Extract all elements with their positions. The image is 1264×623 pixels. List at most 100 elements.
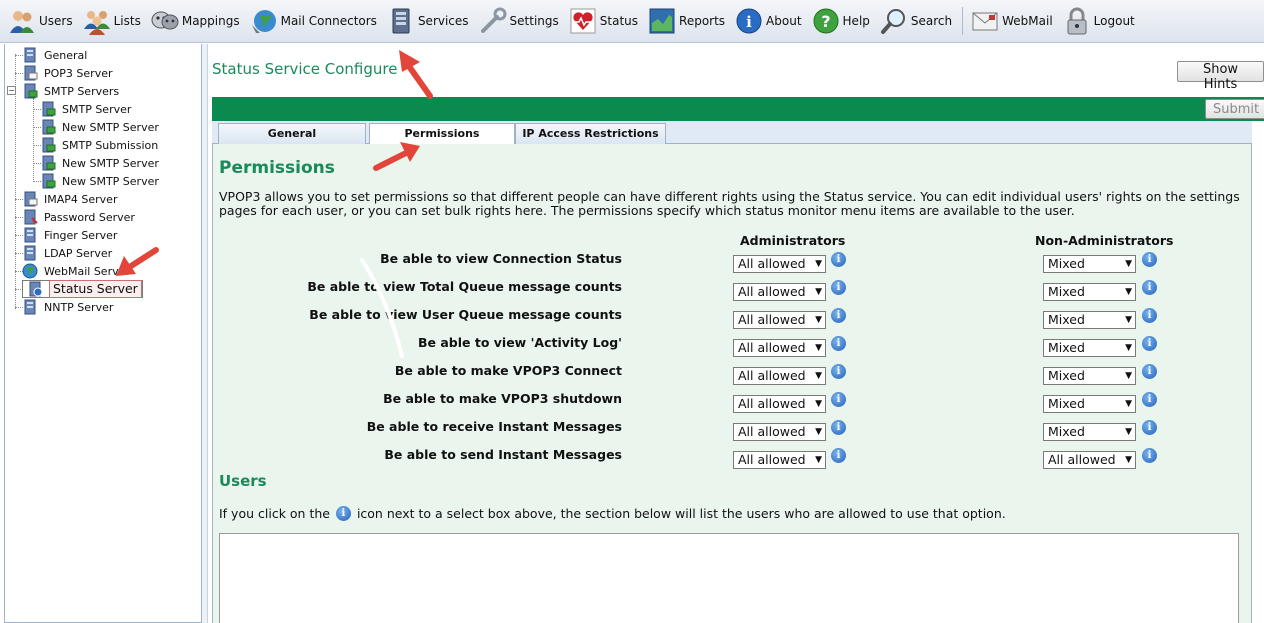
- toolbar-help-button[interactable]: ? Help: [812, 3, 870, 39]
- admin-permission-select[interactable]: All allowed ▼: [733, 255, 826, 273]
- permission-label: Be able to send Instant Messages: [384, 447, 622, 462]
- toolbar-logout-button[interactable]: Logout: [1063, 3, 1135, 39]
- nonadmin-permission-select[interactable]: All allowed ▼: [1043, 451, 1136, 469]
- toolbar-about-button[interactable]: i About: [735, 3, 802, 39]
- server-mail-icon: [42, 101, 56, 117]
- info-icon[interactable]: i: [831, 308, 846, 323]
- tree-item-label: IMAP4 Server: [44, 192, 118, 206]
- tree-item-general[interactable]: General: [22, 46, 87, 64]
- info-icon[interactable]: i: [1142, 448, 1157, 463]
- section-heading: Permissions: [219, 158, 335, 178]
- tree-item-smtp-server[interactable]: SMTP Server: [40, 100, 131, 118]
- admin-permission-select[interactable]: All allowed ▼: [733, 423, 826, 441]
- nonadmin-permission-select[interactable]: Mixed ▼: [1043, 423, 1136, 441]
- info-icon[interactable]: i: [831, 420, 846, 435]
- admin-permission-select[interactable]: All allowed ▼: [733, 311, 826, 329]
- toolbar-reports-button[interactable]: Reports: [648, 3, 725, 39]
- tab-general[interactable]: General: [218, 123, 366, 144]
- tree-item-label: SMTP Servers: [44, 84, 120, 98]
- dropdown-arrow-icon: ▼: [1125, 259, 1132, 269]
- tree-item-webmail-server[interactable]: WebMail Server: [22, 262, 130, 280]
- select-value: Mixed: [1048, 340, 1085, 355]
- admin-permission-select[interactable]: All allowed ▼: [733, 339, 826, 357]
- info-icon[interactable]: i: [1142, 336, 1157, 351]
- toolbar-status-button[interactable]: Status: [569, 3, 638, 39]
- info-icon[interactable]: i: [1142, 392, 1157, 407]
- tree-item-smtp-servers[interactable]: SMTP Servers: [22, 82, 119, 100]
- info-icon[interactable]: i: [831, 252, 846, 267]
- tree-item-pop3-server[interactable]: POP3 Server: [22, 64, 113, 82]
- toolbar-mail-connectors-button[interactable]: Mail Connectors: [250, 3, 377, 39]
- info-icon[interactable]: i: [1142, 308, 1157, 323]
- tree-item-label: NNTP Server: [44, 300, 114, 314]
- info-icon[interactable]: i: [831, 364, 846, 379]
- info-icon[interactable]: i: [1142, 364, 1157, 379]
- webmail-icon: [971, 7, 999, 35]
- info-icon[interactable]: i: [1142, 252, 1157, 267]
- admin-permission-select[interactable]: All allowed ▼: [733, 283, 826, 301]
- toolbar-settings-button[interactable]: Settings: [479, 3, 559, 39]
- show-hints-button[interactable]: Show Hints: [1177, 61, 1264, 92]
- permissions-panel: Permissions VPOP3 allows you to set perm…: [212, 144, 1252, 623]
- nonadmin-permission-select[interactable]: Mixed ▼: [1043, 395, 1136, 413]
- nonadmin-permission-select[interactable]: Mixed ▼: [1043, 339, 1136, 357]
- allowed-users-list[interactable]: [219, 533, 1239, 623]
- server-key-icon: [24, 209, 38, 225]
- nonadmin-permission-select[interactable]: Mixed ▼: [1043, 255, 1136, 273]
- users-hint-before: If you click on the: [219, 506, 330, 521]
- tree-item-imap4-server[interactable]: IMAP4 Server: [22, 190, 117, 208]
- dropdown-arrow-icon: ▼: [815, 259, 822, 269]
- nonadmin-permission-select[interactable]: Mixed ▼: [1043, 283, 1136, 301]
- info-icon[interactable]: i: [831, 280, 846, 295]
- page-title: Status Service Configure: [212, 60, 398, 78]
- toolbar-users-button[interactable]: Users: [8, 3, 73, 39]
- users-hint-after: icon next to a select box above, the sec…: [356, 506, 1006, 521]
- action-bar: Submit: [212, 97, 1264, 121]
- select-value: All allowed: [738, 424, 806, 439]
- tree-item-nntp-server[interactable]: NNTP Server: [22, 298, 113, 316]
- dropdown-arrow-icon: ▼: [1125, 455, 1132, 465]
- tree-item-smtp-submission[interactable]: SMTP Submission: [40, 136, 158, 154]
- admin-permission-select[interactable]: All allowed ▼: [733, 395, 826, 413]
- svg-text:i: i: [746, 13, 752, 31]
- services-icon: [387, 7, 415, 35]
- admin-permission-select[interactable]: All allowed ▼: [733, 451, 826, 469]
- info-icon[interactable]: i: [831, 336, 846, 351]
- toolbar-search-button[interactable]: Search: [880, 3, 952, 39]
- toolbar-about-label: About: [766, 14, 802, 28]
- nonadmin-permission-select[interactable]: Mixed ▼: [1043, 311, 1136, 329]
- server-info-icon: [29, 281, 43, 297]
- tree-item-new-smtp-server[interactable]: New SMTP Server: [40, 154, 159, 172]
- toolbar-webmail-button[interactable]: WebMail: [971, 3, 1053, 39]
- permission-label: Be able to make VPOP3 Connect: [394, 363, 622, 378]
- tree-item-new-smtp-server[interactable]: New SMTP Server: [40, 172, 159, 190]
- tree-item-status-server[interactable]: Status Server: [22, 280, 143, 298]
- tree-item-label: New SMTP Server: [62, 174, 159, 188]
- tree-item-password-server[interactable]: Password Server: [22, 208, 135, 226]
- toolbar-services-button[interactable]: Services: [387, 3, 469, 39]
- tab-ip-access-restrictions[interactable]: IP Access Restrictions: [515, 123, 666, 144]
- tree-item-label: General: [44, 48, 88, 62]
- server-mail-icon: [42, 173, 56, 189]
- info-icon[interactable]: i: [831, 392, 846, 407]
- submit-button[interactable]: Submit: [1205, 99, 1264, 119]
- nonadmin-permission-select[interactable]: Mixed ▼: [1043, 367, 1136, 385]
- tree-item-finger-server[interactable]: Finger Server: [22, 226, 117, 244]
- info-icon[interactable]: i: [1142, 420, 1157, 435]
- toolbar-lists-button[interactable]: Lists: [83, 3, 141, 39]
- select-value: Mixed: [1048, 284, 1085, 299]
- info-icon[interactable]: i: [831, 448, 846, 463]
- toolbar-mappings-button[interactable]: Mappings: [151, 3, 240, 39]
- select-value: All allowed: [1048, 452, 1116, 467]
- permission-label: Be able to receive Instant Messages: [366, 419, 622, 434]
- tab-permissions[interactable]: Permissions: [369, 123, 515, 145]
- server-icon: [24, 299, 36, 315]
- toolbar-mail-connectors-label: Mail Connectors: [280, 14, 377, 28]
- tree-item-new-smtp-server[interactable]: New SMTP Server: [40, 118, 159, 136]
- tree-collapse-toggle[interactable]: −: [7, 86, 16, 95]
- toolbar-users-label: Users: [39, 14, 73, 28]
- info-icon[interactable]: i: [1142, 280, 1157, 295]
- tree-item-ldap-server[interactable]: LDAP Server: [22, 244, 112, 262]
- help-icon: ?: [812, 7, 840, 35]
- admin-permission-select[interactable]: All allowed ▼: [733, 367, 826, 385]
